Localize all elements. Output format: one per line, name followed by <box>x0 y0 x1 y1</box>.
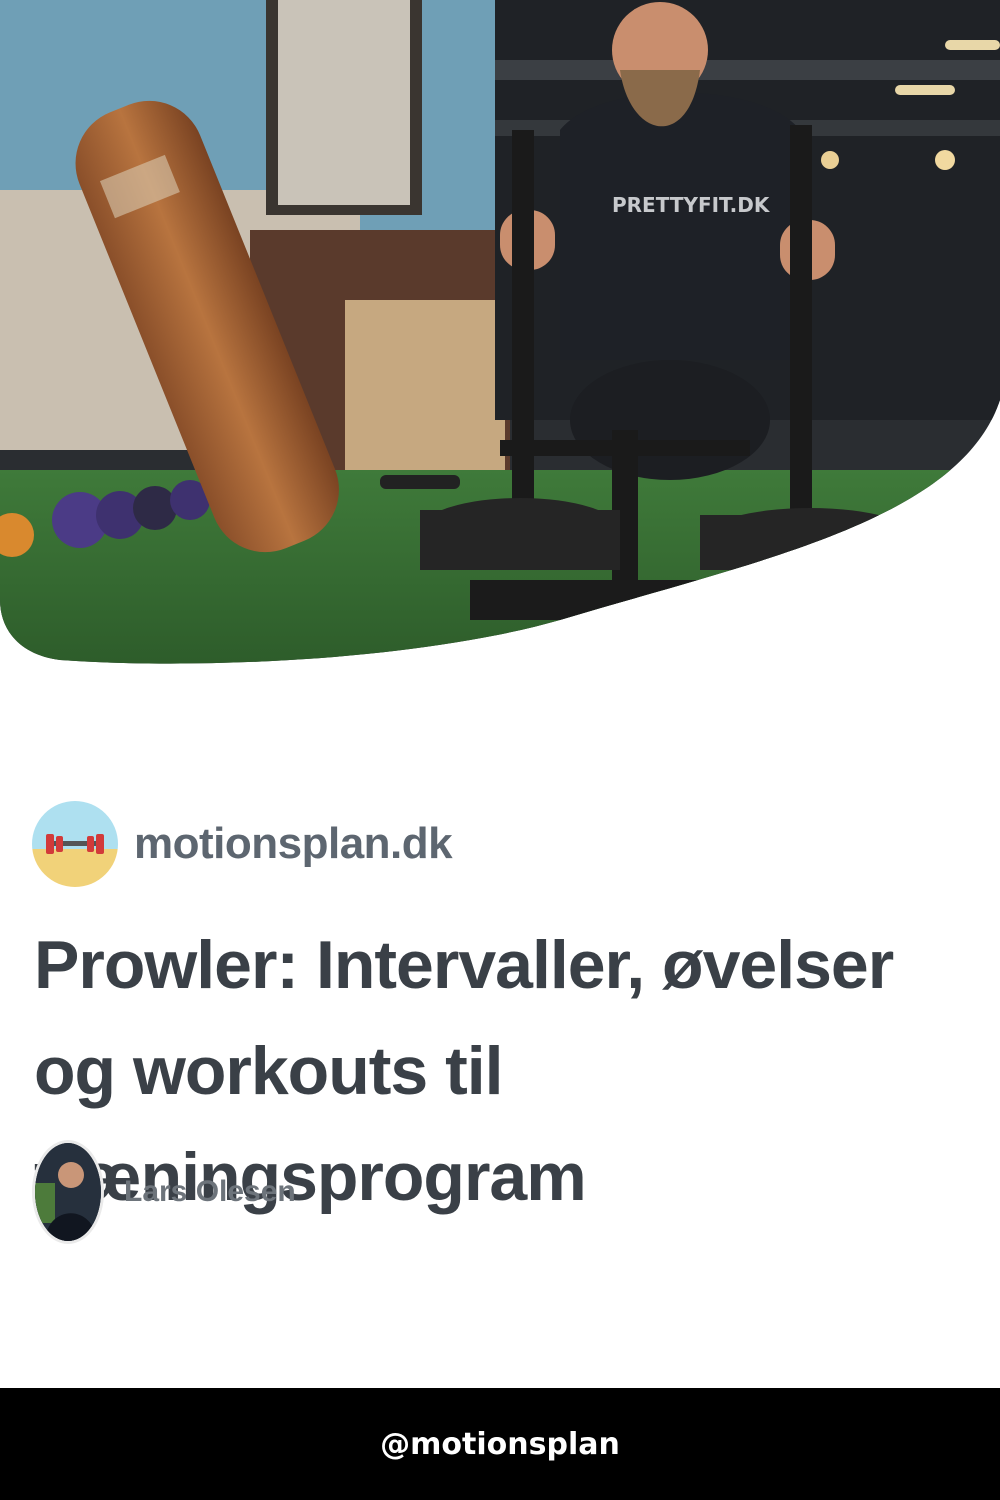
site-name[interactable]: motionsplan.dk <box>134 819 453 869</box>
site-row: motionsplan.dk <box>32 800 453 888</box>
author-name[interactable]: Lars Olesen <box>124 1175 296 1209</box>
barbell-icon[interactable] <box>32 801 118 887</box>
footer-bar: @motionsplan <box>0 1388 1000 1500</box>
author-avatar[interactable] <box>32 1140 104 1244</box>
hero-image: PRETTYFIT.DK <box>0 0 1000 680</box>
shirt-print: PRETTYFIT.DK <box>612 193 771 217</box>
social-handle[interactable]: @motionsplan <box>380 1427 620 1462</box>
author-row: Lars Olesen <box>32 1140 296 1244</box>
